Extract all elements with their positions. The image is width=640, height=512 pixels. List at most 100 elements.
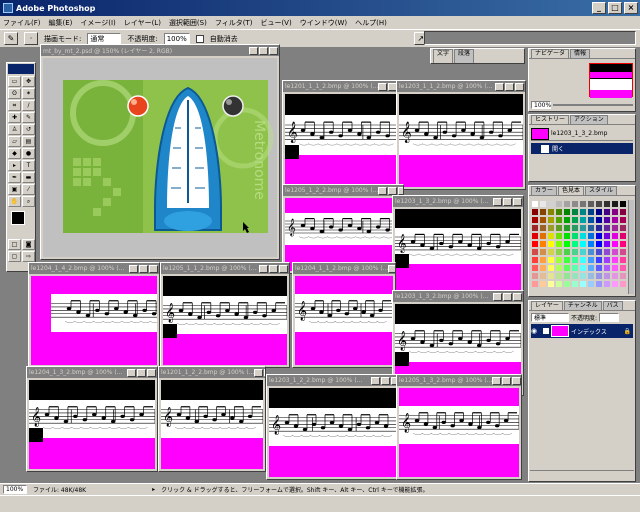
color-swatch[interactable] — [539, 248, 547, 256]
color-swatch[interactable] — [603, 240, 611, 248]
doc-maximize-button[interactable] — [503, 292, 512, 301]
document-canvas[interactable]: 𝄞 — [163, 276, 287, 365]
doc-minimize-button[interactable] — [254, 368, 264, 377]
doc-minimize-button[interactable] — [378, 82, 388, 91]
close-button[interactable]: × — [624, 2, 638, 14]
swatch-grid[interactable] — [531, 200, 627, 294]
color-swatch[interactable] — [611, 240, 619, 248]
color-swatch[interactable] — [595, 232, 603, 240]
healing-tool-icon[interactable]: ✚ — [8, 112, 21, 123]
color-swatch[interactable] — [603, 232, 611, 240]
color-swatch[interactable] — [611, 256, 619, 264]
document-title-bar[interactable]: le1205_1_3_2.bmp @ 100% (... — [397, 375, 521, 386]
color-swatch[interactable] — [563, 232, 571, 240]
color-swatch[interactable] — [619, 216, 627, 224]
doc-close-button[interactable] — [279, 264, 288, 273]
tab-navigator[interactable]: ナビゲータ — [531, 49, 570, 58]
jump-to-imageready-icon[interactable]: ⇨ — [22, 251, 35, 262]
quickmask-off-icon[interactable]: □ — [8, 239, 21, 250]
menu-help[interactable]: ヘルプ(H) — [355, 18, 387, 28]
color-swatch[interactable] — [587, 232, 595, 240]
color-swatch[interactable] — [539, 216, 547, 224]
doc-maximize-button[interactable] — [259, 46, 268, 55]
layer-opacity-input[interactable] — [599, 313, 620, 322]
metronome-document-window[interactable]: mt_by_mt_2.psd @ 150% (レイヤー 2, RGB) Metr… — [40, 44, 280, 260]
document-canvas[interactable]: 𝄞 — [285, 94, 401, 187]
layers-palette[interactable]: レイヤー チャンネル パス 標準 不透明度: ◉ インデックス 🔒 — [528, 300, 636, 482]
color-swatch[interactable] — [539, 208, 547, 216]
color-swatch[interactable] — [555, 200, 563, 208]
pencil-tool-icon[interactable]: ✎ — [4, 32, 18, 45]
color-swatch[interactable] — [539, 256, 547, 264]
color-swatch[interactable] — [595, 256, 603, 264]
color-swatch[interactable] — [563, 216, 571, 224]
color-swatch[interactable] — [595, 200, 603, 208]
color-swatch[interactable] — [571, 224, 579, 232]
score-document-window[interactable]: le1201_1_1_2.bmp @ 100% (... 𝄞 — [282, 80, 404, 190]
history-palette[interactable]: ヒストリー アクション le1203_1_3_2.bmp 開く — [528, 114, 636, 182]
color-swatch[interactable] — [587, 272, 595, 280]
history-state-open[interactable]: 開く — [531, 143, 633, 154]
menu-layer[interactable]: レイヤー(L) — [124, 18, 161, 28]
doc-maximize-button[interactable] — [388, 186, 398, 195]
color-swatch[interactable] — [555, 224, 563, 232]
color-swatch[interactable] — [603, 224, 611, 232]
color-swatch[interactable] — [619, 224, 627, 232]
color-swatch[interactable] — [587, 240, 595, 248]
color-swatch[interactable] — [571, 232, 579, 240]
color-swatch[interactable] — [579, 216, 587, 224]
color-swatch[interactable] — [579, 240, 587, 248]
mode-select[interactable]: 通常 — [87, 32, 122, 45]
color-swatch[interactable] — [595, 248, 603, 256]
color-swatch[interactable] — [619, 240, 627, 248]
tab-paths[interactable]: パス — [602, 301, 623, 310]
doc-minimize-button[interactable] — [378, 186, 388, 195]
document-title-bar[interactable]: le1203_1_2_2.bmp @ 100% (... — [267, 375, 401, 386]
slice-tool-icon[interactable]: ∕ — [22, 100, 35, 111]
color-swatch[interactable] — [571, 248, 579, 256]
score-document-window[interactable]: le1205_1_2_2.bmp @ 100% (... 𝄞 — [282, 184, 404, 274]
crop-tool-icon[interactable]: ⌗ — [8, 100, 21, 111]
color-swatch[interactable] — [531, 224, 539, 232]
color-swatch[interactable] — [531, 264, 539, 272]
score-document-window[interactable]: le1205_1_1_2.bmp @ 100% (... 𝄞 — [160, 262, 290, 368]
document-title-bar[interactable]: le1201_1_1_2.bmp @ 100% (... — [283, 81, 403, 92]
color-swatch[interactable] — [547, 240, 555, 248]
color-swatch[interactable] — [531, 248, 539, 256]
color-swatch[interactable] — [571, 272, 579, 280]
color-swatch[interactable] — [611, 280, 619, 288]
doc-minimize-button[interactable] — [493, 197, 502, 206]
color-swatch[interactable] — [579, 208, 587, 216]
blur-tool-icon[interactable]: ◆ — [8, 148, 21, 159]
menu-window[interactable]: ウインドウ(W) — [300, 18, 347, 28]
color-swatch[interactable] — [539, 264, 547, 272]
color-swatch[interactable] — [539, 240, 547, 248]
toolbox-header[interactable] — [8, 64, 34, 74]
color-swatch[interactable] — [571, 240, 579, 248]
menu-edit[interactable]: 編集(E) — [49, 18, 73, 28]
document-canvas[interactable]: 𝄞 — [295, 276, 393, 365]
doc-minimize-button[interactable] — [249, 46, 258, 55]
doc-close-button[interactable] — [515, 82, 524, 91]
color-swatch[interactable] — [539, 232, 547, 240]
color-swatch[interactable] — [611, 248, 619, 256]
document-canvas[interactable]: 𝄞 — [285, 198, 401, 271]
zoom-tool-icon[interactable]: ⌕ — [22, 196, 35, 207]
doc-maximize-button[interactable] — [137, 368, 146, 377]
color-swatch[interactable] — [563, 272, 571, 280]
notes-tool-icon[interactable]: ▣ — [8, 184, 21, 195]
color-swatch[interactable] — [579, 256, 587, 264]
score-document-window[interactable]: le1204_1_3_2.bmp @ 100% (... 𝄞 — [26, 366, 158, 472]
document-title-bar[interactable]: le1205_1_2_2.bmp @ 100% (... — [283, 185, 403, 196]
color-swatch[interactable] — [555, 208, 563, 216]
layer-row[interactable]: ◉ インデックス 🔒 — [531, 324, 633, 338]
stamp-tool-icon[interactable]: ♙ — [8, 124, 21, 135]
color-swatch[interactable] — [603, 248, 611, 256]
color-swatch[interactable] — [555, 256, 563, 264]
color-swatch[interactable] — [603, 200, 611, 208]
doc-minimize-button[interactable] — [388, 264, 395, 273]
doc-maximize-button[interactable] — [264, 368, 265, 377]
color-swatch[interactable] — [531, 240, 539, 248]
color-swatch[interactable] — [587, 280, 595, 288]
tab-styles[interactable]: スタイル — [585, 186, 618, 195]
